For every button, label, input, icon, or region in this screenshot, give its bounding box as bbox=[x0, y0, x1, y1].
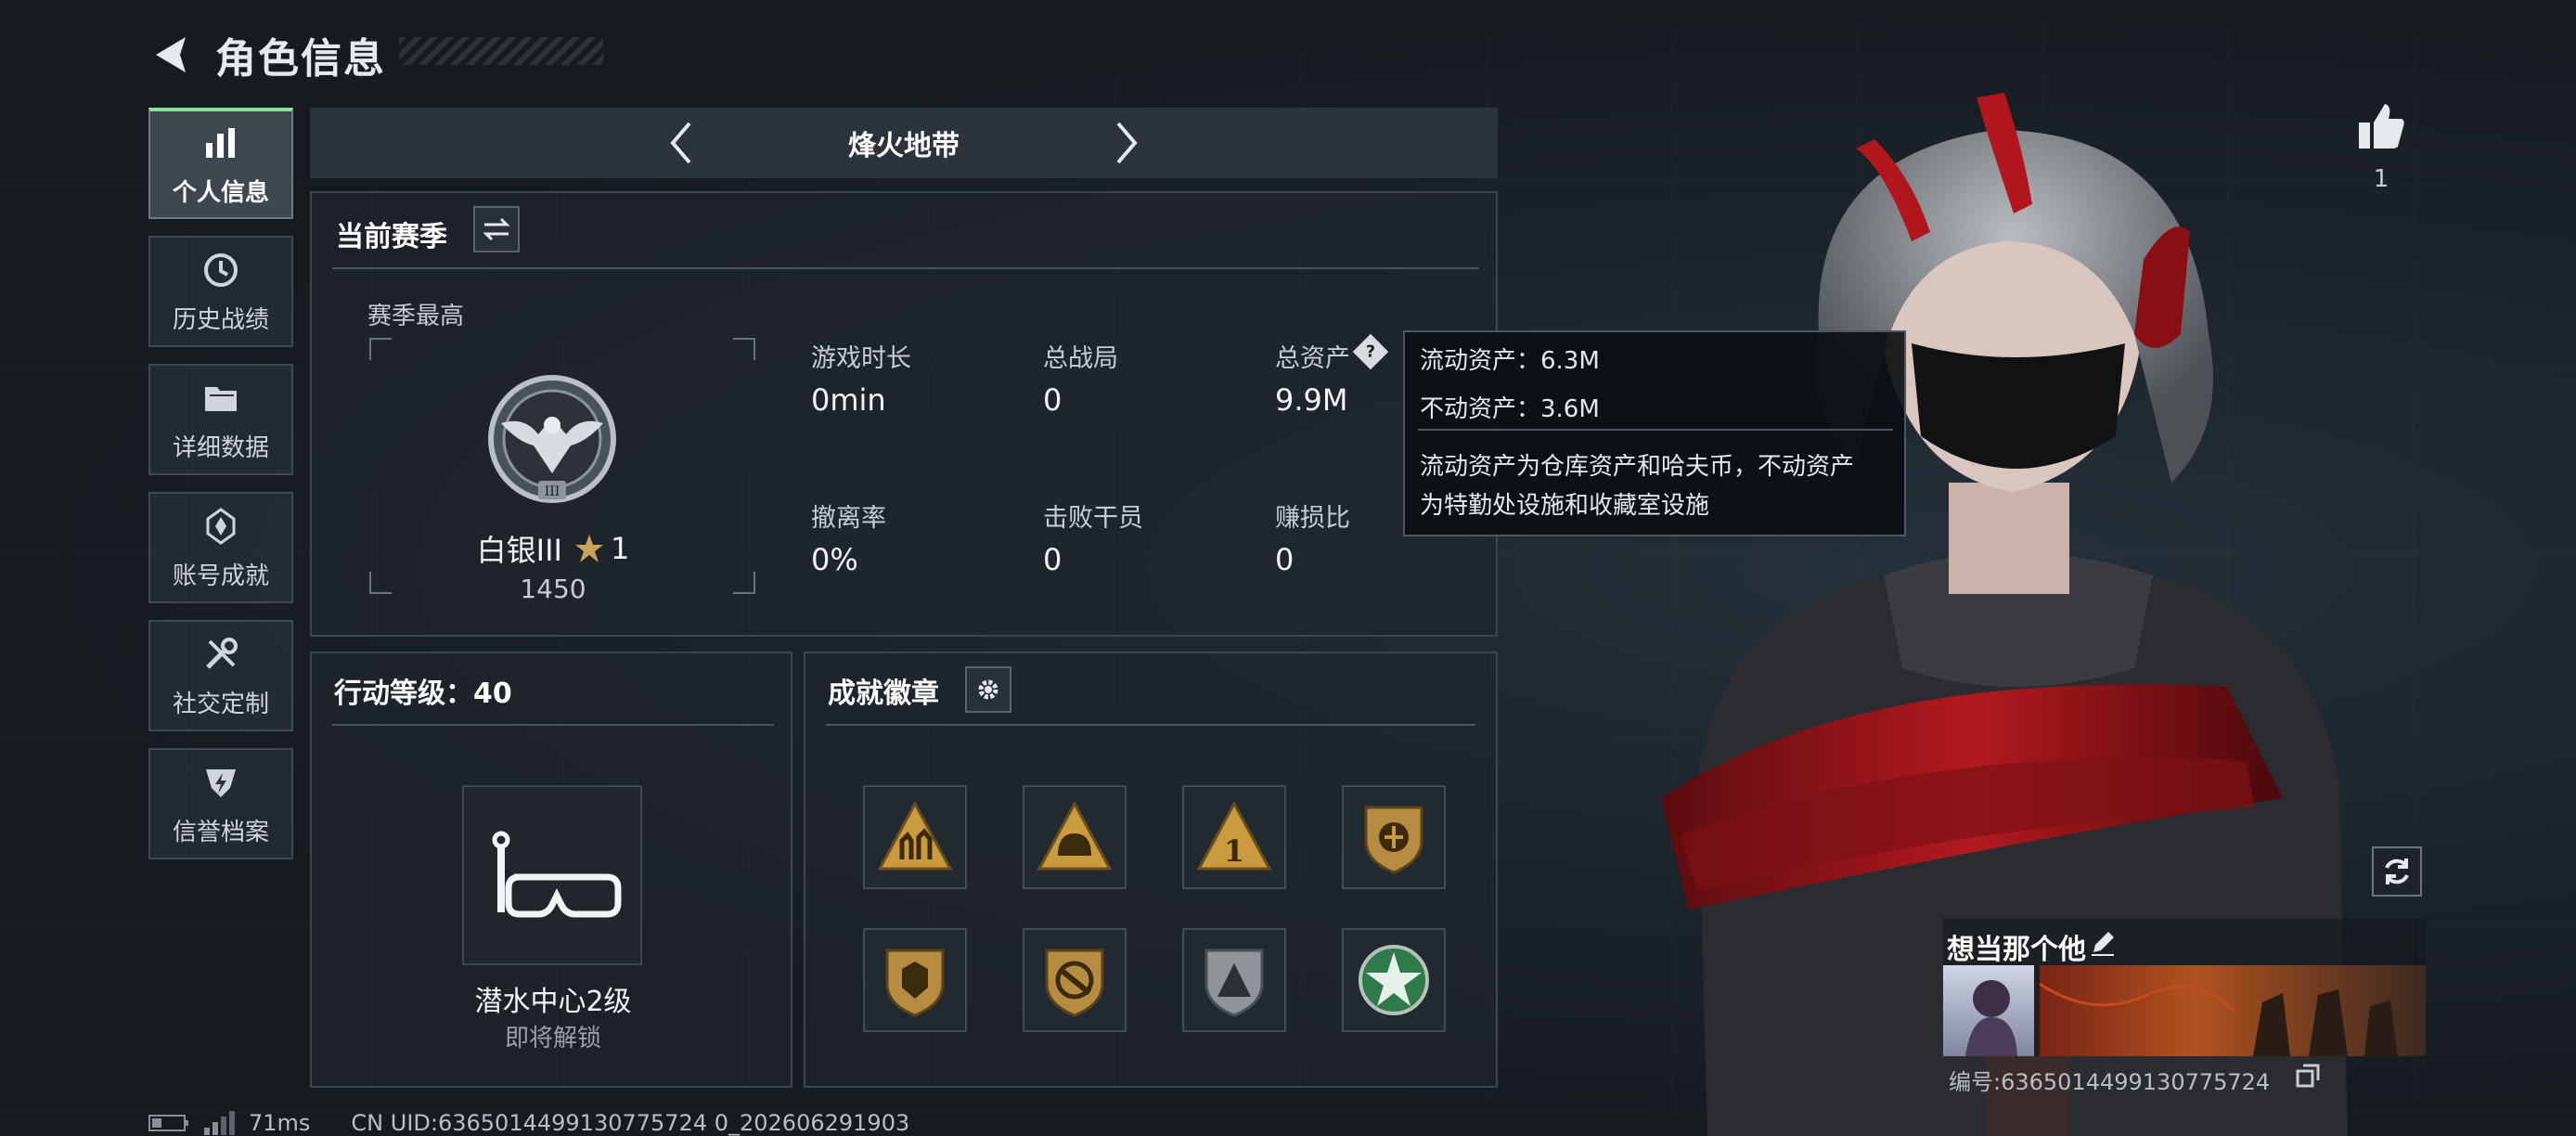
stat-value-total-matches: 0 bbox=[1043, 382, 1063, 418]
assets-tooltip: 流动资产：6.3M 不动资产：3.6M 流动资产为仓库资产和哈夫币，不动资产 为… bbox=[1403, 330, 1906, 536]
page-header: 角色信息 bbox=[148, 22, 386, 87]
stat-value-extraction-rate: 0% bbox=[811, 542, 858, 577]
edit-pencil-icon[interactable] bbox=[2088, 928, 2118, 958]
stat-label-operators-defeated: 击败干员 bbox=[1043, 504, 1143, 533]
rank-name: 白银III bbox=[476, 533, 562, 568]
player-id: 编号:6365014499130775724 bbox=[1949, 1069, 2271, 1095]
action-level-panel: 行动等级：40 潜水中心2级 即将解锁 bbox=[310, 652, 792, 1088]
uid-text: CN UID:6365014499130775724 0_20260629190… bbox=[351, 1110, 910, 1136]
shield-lion-badge-icon[interactable] bbox=[863, 928, 967, 1032]
stat-value-total-assets: 9.9M bbox=[1275, 382, 1348, 418]
mode-selector: 烽火地带 bbox=[310, 108, 1498, 178]
ping-value: 71ms bbox=[249, 1110, 311, 1136]
refresh-icon bbox=[2385, 858, 2409, 884]
green-star-badge-icon[interactable] bbox=[1342, 928, 1446, 1032]
sidebar-item-history[interactable]: 历史战绩 bbox=[148, 236, 293, 347]
divider bbox=[332, 724, 774, 726]
achievement-icon bbox=[200, 505, 242, 548]
rotate-view-button[interactable] bbox=[2372, 846, 2422, 897]
shield-bolt-icon bbox=[200, 761, 242, 804]
rank-stars: 1 bbox=[610, 531, 630, 566]
season-title: 当前赛季 bbox=[336, 221, 447, 253]
stat-value-operators-defeated: 0 bbox=[1043, 542, 1063, 577]
badges-title: 成就徽章 bbox=[828, 678, 939, 710]
sidebar-item-label: 社交定制 bbox=[172, 690, 269, 718]
name-card: 想当那个他 bbox=[1943, 919, 2426, 1056]
switch-season-button[interactable] bbox=[473, 206, 520, 252]
sidebar-item-credit-record[interactable]: 信誉档案 bbox=[148, 748, 293, 859]
status-bar: 71ms CN UID:6365014499130775724 0_202606… bbox=[148, 1110, 909, 1136]
triangle-helmet-badge-icon[interactable] bbox=[1023, 785, 1127, 889]
battery-icon bbox=[148, 1115, 188, 1131]
stat-label-playtime: 游戏时长 bbox=[811, 344, 911, 373]
shield-emblem-badge-icon[interactable] bbox=[1342, 785, 1446, 889]
stat-value-playtime: 0min bbox=[811, 382, 886, 418]
frame-corner bbox=[369, 338, 392, 360]
thumbs-up-icon[interactable] bbox=[2355, 100, 2407, 152]
stat-label-extraction-rate: 撤离率 bbox=[811, 504, 886, 533]
facility-status: 即将解锁 bbox=[504, 1025, 601, 1052]
tools-icon bbox=[200, 633, 242, 676]
divider bbox=[1418, 429, 1893, 431]
mode-title: 烽火地带 bbox=[848, 130, 960, 162]
sidebar-item-label: 信誉档案 bbox=[172, 818, 269, 846]
history-clock-icon bbox=[200, 249, 242, 291]
rank-line: 白银III 1 bbox=[367, 527, 739, 570]
avatar[interactable] bbox=[1943, 965, 2034, 1056]
divider bbox=[826, 724, 1475, 726]
liquid-assets-line: 流动资产：6.3M bbox=[1420, 347, 1600, 375]
rank-score: 1450 bbox=[520, 574, 586, 604]
assets-description-line-2: 为特勤处设施和收藏室设施 bbox=[1420, 492, 1710, 520]
divider bbox=[332, 267, 1479, 269]
facility-name: 潜水中心2级 bbox=[474, 986, 632, 1018]
stat-label-total-assets: 总资产 bbox=[1275, 344, 1350, 373]
chevron-left-icon[interactable] bbox=[653, 115, 709, 171]
season-best-label: 赛季最高 bbox=[367, 303, 465, 330]
badge-settings-button[interactable] bbox=[965, 666, 1011, 713]
star-icon bbox=[574, 535, 603, 562]
shield-rifle-badge-icon[interactable] bbox=[1023, 928, 1127, 1032]
player-nickname: 想当那个他 bbox=[1947, 934, 2086, 966]
sidebar-item-label: 账号成就 bbox=[172, 562, 269, 590]
sidebar-item-label: 详细数据 bbox=[172, 433, 269, 462]
triangle-soldiers-badge-icon[interactable] bbox=[863, 785, 967, 889]
page-title: 角色信息 bbox=[215, 35, 386, 83]
shield-pyramid-badge-icon[interactable] bbox=[1182, 928, 1286, 1032]
sidebar-item-label: 历史战绩 bbox=[172, 305, 269, 334]
chevron-right-icon[interactable] bbox=[1099, 115, 1154, 171]
gear-icon bbox=[978, 679, 998, 700]
copy-icon[interactable] bbox=[2296, 1064, 2320, 1088]
stat-value-profit-loss-ratio: 0 bbox=[1275, 542, 1294, 577]
sidebar-item-social-custom[interactable]: 社交定制 bbox=[148, 620, 293, 731]
sidebar-item-detailed-data[interactable]: 详细数据 bbox=[148, 364, 293, 475]
assets-description-line-1: 流动资产为仓库资产和哈夫币，不动资产 bbox=[1420, 453, 1855, 481]
facility-card[interactable] bbox=[462, 785, 642, 965]
bar-chart-icon bbox=[200, 122, 242, 164]
frame-corner bbox=[733, 338, 755, 360]
title-decoration bbox=[399, 37, 603, 65]
achievement-badges-panel: 成就徽章 1 bbox=[804, 652, 1498, 1088]
silver-rank-emblem-icon: III bbox=[488, 375, 616, 503]
folder-icon bbox=[200, 377, 242, 420]
signal-bars-icon bbox=[204, 1111, 235, 1135]
stat-label-total-matches: 总战局 bbox=[1043, 344, 1118, 373]
sidebar-item-label: 个人信息 bbox=[172, 178, 269, 207]
like-count: 1 bbox=[2373, 165, 2389, 193]
svg-text:1: 1 bbox=[1224, 833, 1244, 869]
action-level-title: 行动等级：40 bbox=[334, 678, 512, 710]
diving-mask-icon bbox=[492, 831, 622, 918]
sidebar-item-achievements[interactable]: 账号成就 bbox=[148, 492, 293, 603]
svg-text:III: III bbox=[545, 484, 560, 499]
fixed-assets-line: 不动资产：3.6M bbox=[1420, 395, 1600, 423]
swap-arrows-icon bbox=[483, 217, 510, 241]
triangle-number-one-badge-icon[interactable]: 1 bbox=[1182, 785, 1286, 889]
name-card-banner[interactable] bbox=[2039, 965, 2426, 1056]
sidebar-item-personal-info[interactable]: 个人信息 bbox=[148, 108, 293, 219]
season-panel: 当前赛季 赛季最高 III 白银III 1 1450 游戏时长 0min 总战局… bbox=[310, 191, 1498, 637]
stat-label-profit-loss-ratio: 赚损比 bbox=[1275, 504, 1350, 533]
assets-help-icon[interactable]: ? bbox=[1352, 333, 1389, 370]
back-arrow-icon[interactable] bbox=[148, 27, 195, 83]
